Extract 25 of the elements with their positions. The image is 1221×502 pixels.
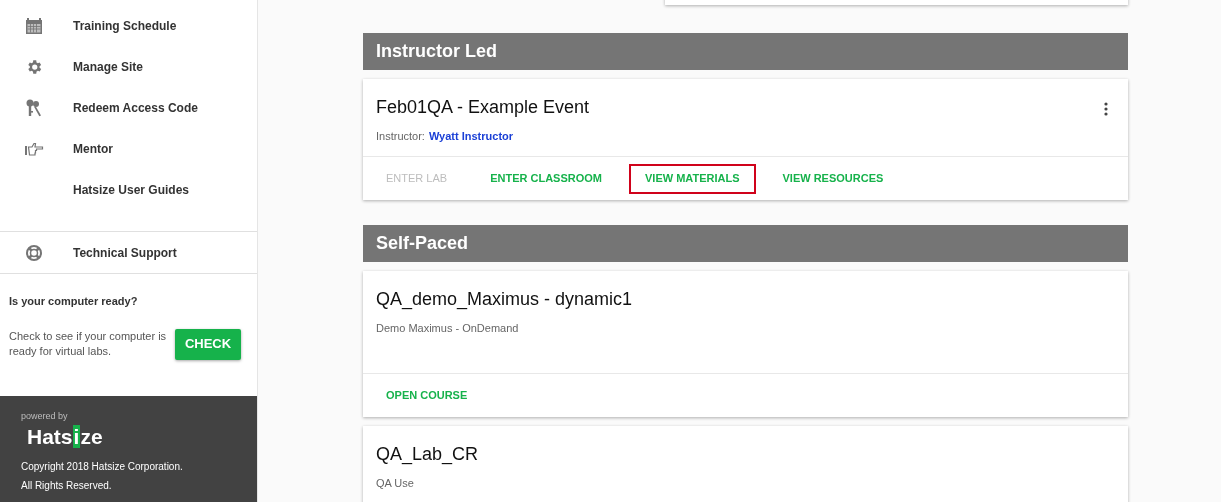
card-title: QA_Lab_CR <box>376 443 479 466</box>
sidebar-item[interactable]: Manage Site <box>0 46 257 87</box>
readiness-text: Check to see if your computer is ready for virtual labs. <box>9 329 168 359</box>
card-title: Feb01QA - Example Event <box>376 96 590 119</box>
logo: Hatsize <box>27 423 103 450</box>
card-subtitle: Demo Maximus - OnDemand <box>376 321 520 336</box>
copyright-text: Copyright 2018 Hatsize Corporation. <box>21 459 184 474</box>
card-subtitle: QA Use <box>376 476 415 491</box>
copyright-text: All Rights Reserved. <box>21 478 113 493</box>
keys-icon <box>25 98 43 117</box>
more-options-icon[interactable] <box>1104 102 1108 116</box>
sidebar-item[interactable]: Training Schedule <box>0 5 257 46</box>
calendar-icon <box>25 16 43 35</box>
section-header: Instructor Led <box>363 33 1128 70</box>
card-title: QA_demo_Maximus - dynamic1 <box>376 288 633 311</box>
sidebar-item[interactable]: Hatsize User Guides <box>0 169 257 210</box>
sidebar-item[interactable]: Mentor <box>0 128 257 169</box>
support-link[interactable]: Technical Support <box>0 232 257 273</box>
sidebar-item[interactable]: Redeem Access Code <box>0 87 257 128</box>
lifebuoy-icon <box>25 243 43 262</box>
section-header: Self-Paced <box>363 225 1128 262</box>
instructor-label: Instructor: <box>376 129 425 144</box>
readiness-title: Is your computer ready? <box>9 294 139 309</box>
instructor-link[interactable]: Wyatt Instructor <box>428 128 514 145</box>
powered-by-text: powered by <box>21 410 69 423</box>
